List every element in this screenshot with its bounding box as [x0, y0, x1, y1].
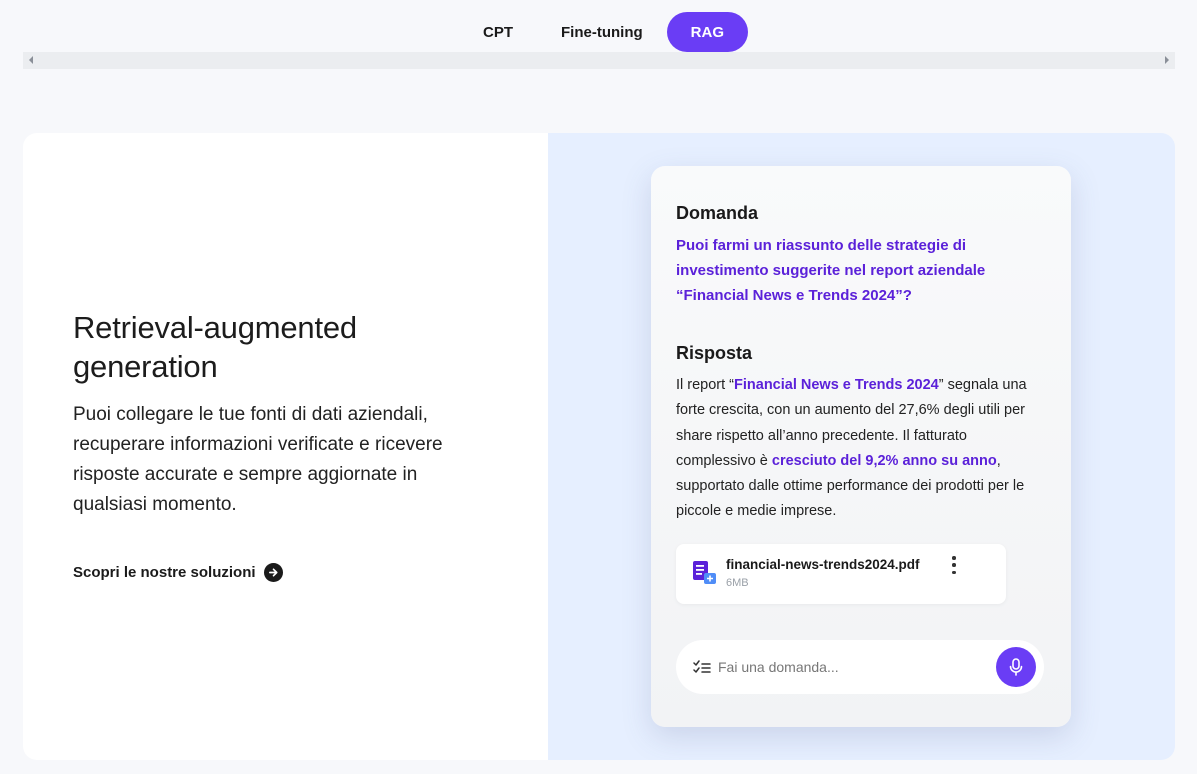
feature-title: Retrieval-augmented generation — [73, 310, 357, 384]
horizontal-scrollbar[interactable] — [23, 52, 1175, 69]
arrow-right-circle-icon — [263, 563, 283, 582]
checklist-icon — [693, 659, 711, 680]
feature-description: Puoi collegare le tue fonti di dati azie… — [73, 404, 443, 515]
answer-text: Il report “Financial News e Trends 2024”… — [676, 373, 1046, 525]
tab-rag[interactable]: RAG — [666, 12, 748, 52]
question-text: Puoi farmi un riassunto delle strategie … — [676, 237, 986, 304]
discover-solutions-link[interactable]: Scopri le nostre soluzioni — [73, 563, 283, 582]
chat-panel: Domanda Puoi farmi un riassunto delle st… — [651, 166, 1071, 727]
file-more-options-icon[interactable] — [948, 556, 960, 574]
scroll-left-arrow-icon[interactable] — [29, 56, 33, 64]
file-name: financial-news-trends2024.pdf — [726, 557, 920, 572]
answer-highlight-report: Financial News e Trends 2024 — [734, 377, 939, 393]
document-icon — [692, 560, 718, 591]
answer-part: Il report “ — [676, 377, 735, 393]
chat-demo-area: Domanda Puoi farmi un riassunto delle st… — [548, 133, 1175, 760]
tab-cpt[interactable]: CPT — [459, 12, 537, 52]
microphone-button[interactable] — [996, 647, 1036, 687]
feature-text-panel: Retrieval-augmented generation Puoi coll… — [23, 133, 548, 760]
rag-feature-card: Retrieval-augmented generation Puoi coll… — [23, 133, 1175, 760]
question-label: Domanda — [676, 203, 759, 223]
tab-bar: CPT Fine-tuning RAG — [0, 12, 1197, 52]
scroll-right-arrow-icon[interactable] — [1165, 56, 1169, 64]
answer-label: Risposta — [676, 343, 753, 363]
answer-highlight-growth: cresciuto del 9,2% anno su anno — [771, 452, 997, 469]
tab-fine-tuning[interactable]: Fine-tuning — [537, 12, 667, 52]
question-input-bar — [676, 640, 1044, 694]
attached-file-card[interactable]: financial-news-trends2024.pdf 6MB — [676, 544, 1006, 604]
discover-solutions-label: Scopri le nostre soluzioni — [73, 564, 256, 581]
question-input[interactable] — [718, 655, 978, 679]
microphone-icon — [1009, 658, 1023, 676]
file-size: 6MB — [726, 577, 749, 589]
